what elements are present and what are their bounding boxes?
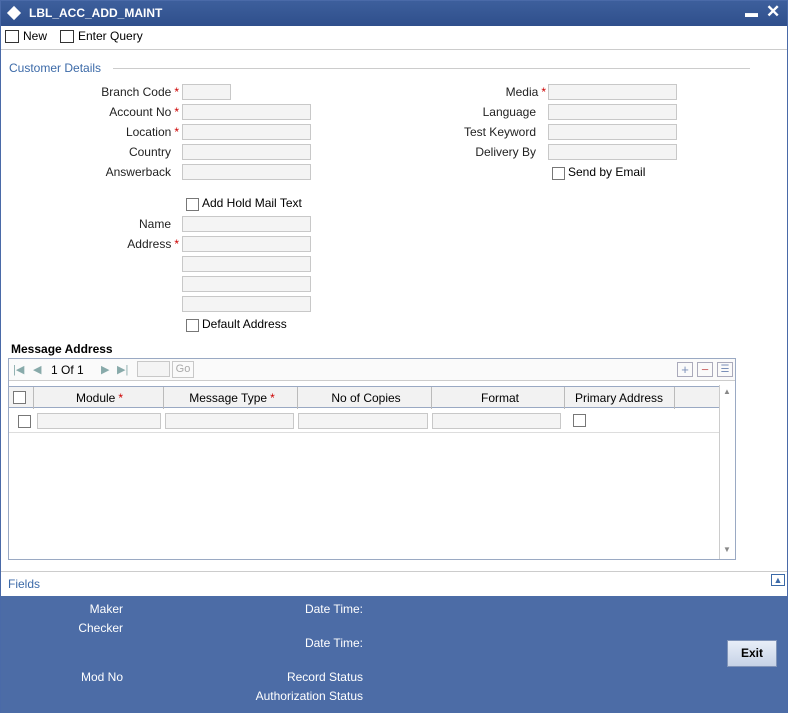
message-address-title: Message Address [11,342,113,356]
send-by-email-label: Send by Email [568,165,646,179]
last-page-icon[interactable]: ▶| [117,363,128,376]
customer-details-title: Customer Details [9,61,102,75]
country-label: Country [128,145,171,159]
account-no-input[interactable] [182,104,311,120]
toolbar: New Enter Query [1,26,787,50]
scroll-up-icon[interactable]: ▲ [723,387,731,396]
message-type-cell-input[interactable] [165,413,294,429]
message-address-grid: |◀ ◀ 1 Of 1 ▶ ▶| Go + − ☰ Module * Messag… [8,358,736,560]
column-no-of-copies: No of Copies [331,391,401,405]
new-label: New [23,29,48,43]
pager-text: 1 Of 1 [51,363,84,377]
fields-bar: Fields ▲ [1,571,787,595]
location-input[interactable] [182,124,311,140]
address-line-1-input[interactable] [182,236,311,252]
table-row [9,409,719,433]
branch-code-input[interactable] [182,84,231,100]
authorization-status-label: Authorization Status [255,689,363,703]
first-page-icon[interactable]: |◀ [13,363,24,376]
window: LBL_ACC_ADD_MAINT ▬ ✕ New Enter Query Cu… [0,0,788,713]
page-number-input[interactable] [137,361,170,377]
add-hold-mail-label: Add Hold Mail Text [202,196,302,210]
enter-query-icon [60,29,74,43]
module-cell-input[interactable] [37,413,161,429]
delivery-by-input[interactable] [548,144,677,160]
column-message-type: Message Type * [189,391,275,405]
record-status-label: Record Status [286,670,363,684]
location-label: Location * [125,125,179,139]
media-input[interactable] [548,84,677,100]
answerback-input[interactable] [182,164,311,180]
app-icon [6,5,22,21]
enter-query-button[interactable]: Enter Query [60,29,143,43]
title-bar: LBL_ACC_ADD_MAINT ▬ ✕ [1,1,787,26]
select-all-checkbox[interactable] [13,391,26,404]
checker-date-time-label: Date Time: [304,636,363,650]
address-line-2-input[interactable] [182,256,311,272]
new-icon [5,29,19,43]
primary-address-checkbox[interactable] [573,414,586,427]
default-address-checkbox[interactable] [186,319,199,332]
language-input[interactable] [548,104,677,120]
close-button[interactable]: ✕ [766,2,780,22]
exit-button[interactable]: Exit [727,640,777,667]
collapse-up-icon[interactable]: ▲ [771,574,785,586]
new-button[interactable]: New [5,29,47,43]
grid-header: Module * Message Type * No of Copies Forma… [9,386,719,409]
section-divider [113,68,750,69]
scroll-down-icon[interactable]: ▼ [723,545,731,554]
checker-label: Checker [78,621,123,635]
branch-code-label: Branch Code * [101,85,179,99]
name-label: Name [138,217,171,231]
no-of-copies-cell-input[interactable] [298,413,428,429]
answerback-label: Answerback [105,165,171,179]
maker-date-time-label: Date Time: [304,602,363,616]
default-address-label: Default Address [202,317,287,331]
next-page-icon[interactable]: ▶ [101,363,109,376]
row-select-checkbox[interactable] [18,415,31,428]
test-keyword-label: Test Keyword [463,125,536,139]
delete-row-icon[interactable]: − [697,362,713,377]
address-line-4-input[interactable] [182,296,311,312]
delivery-by-label: Delivery By [475,145,536,159]
name-input[interactable] [182,216,311,232]
country-input[interactable] [182,144,311,160]
language-label: Language [482,105,536,119]
prev-page-icon[interactable]: ◀ [33,363,41,376]
window-title: LBL_ACC_ADD_MAINT [29,6,163,20]
account-no-label: Account No * [109,105,179,119]
address-line-3-input[interactable] [182,276,311,292]
column-module: Module * [75,391,124,405]
audit-footer: Maker Checker Mod No Date Time: Date Tim… [1,596,787,713]
send-by-email-checkbox[interactable] [552,167,565,180]
mod-no-label: Mod No [80,670,123,684]
fields-link[interactable]: Fields [8,577,40,591]
grid-scrollbar[interactable]: ▲ ▼ [719,385,735,559]
media-label: Media * [505,85,546,99]
format-cell-input[interactable] [432,413,561,429]
maker-label: Maker [89,602,123,616]
test-keyword-input[interactable] [548,124,677,140]
column-primary-address: Primary Address [574,391,664,405]
column-format: Format [480,391,519,405]
single-view-icon[interactable]: ☰ [717,362,733,377]
enter-query-label: Enter Query [78,29,143,43]
add-row-icon[interactable]: + [677,362,693,377]
minimize-button[interactable]: ▬ [745,5,758,20]
grid-toolbar: |◀ ◀ 1 Of 1 ▶ ▶| Go + − ☰ [9,359,735,381]
address-label: Address * [127,237,179,251]
go-button[interactable]: Go [172,361,194,378]
add-hold-mail-checkbox[interactable] [186,198,199,211]
